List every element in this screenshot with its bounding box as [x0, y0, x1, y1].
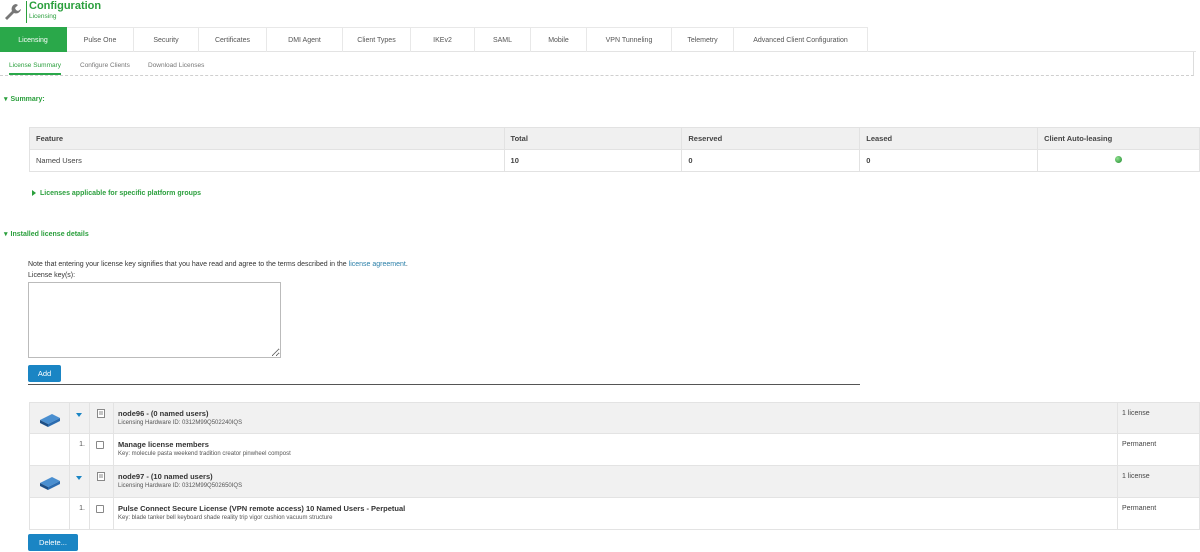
license-note: Note that entering your license key sign… — [28, 261, 408, 268]
subtab-download-licenses[interactable]: Download Licenses — [148, 62, 204, 69]
tab-client-types[interactable]: Client Types — [343, 27, 411, 52]
license-key: Key: blade tanker bell keyboard shade re… — [118, 515, 333, 521]
platform-groups-label: Licenses applicable for specific platfor… — [40, 190, 202, 197]
collapse-caret-icon[interactable] — [76, 413, 82, 417]
feature-cell: Named Users — [29, 149, 505, 172]
divider — [28, 384, 860, 385]
main-tabs: Licensing Pulse One Security Certificate… — [0, 27, 1196, 52]
node-row: node97 - (10 named users) Licensing Hard… — [29, 466, 1200, 498]
page-subtitle: Licensing — [29, 13, 57, 20]
license-row: 1. Pulse Connect Secure License (VPN rem… — [29, 498, 1200, 530]
license-index: 1. — [79, 505, 85, 512]
add-button[interactable]: Add — [28, 365, 61, 382]
license-key: Key: molecule pasta weekend tradition cr… — [118, 451, 291, 457]
tab-advanced-client-configuration[interactable]: Advanced Client Configuration — [734, 27, 868, 52]
license-checkbox[interactable] — [96, 505, 104, 513]
col-total: Total — [503, 127, 683, 150]
reserved-cell: 0 — [681, 149, 861, 172]
server-icon — [40, 414, 60, 427]
tab-pulse-one[interactable]: Pulse One — [67, 27, 134, 52]
tab-ikev2[interactable]: IKEv2 — [411, 27, 475, 52]
col-leased: Leased — [859, 127, 1039, 150]
summary-header-row: Feature Total Reserved Leased Client Aut… — [29, 127, 1200, 150]
triangle-right-icon — [32, 190, 36, 197]
note-text: Note that entering your license key sign… — [28, 261, 347, 268]
license-name: Pulse Connect Secure License (VPN remote… — [118, 504, 406, 513]
installed-toggle[interactable]: ▾ Installed license details — [4, 230, 89, 238]
delete-button[interactable]: Delete... — [28, 534, 78, 551]
license-key-label: License key(s): — [28, 272, 76, 279]
installed-toggle-label: Installed license details — [10, 231, 89, 238]
node-hardware-id: Licensing Hardware ID: 0312M99Q502650IQS — [118, 483, 243, 489]
tab-vpn-tunneling[interactable]: VPN Tunneling — [587, 27, 672, 52]
chevron-down-icon: ▾ — [4, 231, 8, 238]
tab-saml[interactable]: SAML — [475, 27, 531, 52]
document-icon — [97, 409, 105, 418]
tab-telemetry[interactable]: Telemetry — [672, 27, 734, 52]
page-header: Configuration Licensing — [0, 0, 1200, 27]
platform-groups-expander[interactable]: Licenses applicable for specific platfor… — [32, 190, 201, 197]
summary-toggle-label: Summary: — [10, 96, 45, 103]
license-name: Manage license members — [118, 440, 209, 449]
license-count: 1 license — [1122, 410, 1150, 417]
tab-certificates[interactable]: Certificates — [199, 27, 267, 52]
status-dot-icon — [1115, 156, 1123, 163]
summary-table: Feature Total Reserved Leased Client Aut… — [29, 127, 1200, 172]
tab-licensing[interactable]: Licensing — [0, 27, 67, 52]
auto-leasing-cell — [1037, 149, 1200, 172]
tab-mobile[interactable]: Mobile — [531, 27, 587, 52]
leased-cell: 0 — [859, 149, 1039, 172]
server-icon — [40, 477, 60, 490]
node-row: node96 - (0 named users) Licensing Hardw… — [29, 402, 1200, 434]
subtab-license-summary[interactable]: License Summary — [9, 62, 62, 75]
tab-security[interactable]: Security — [134, 27, 199, 52]
tab-dmi-agent[interactable]: DMI Agent — [267, 27, 343, 52]
col-client-auto-leasing: Client Auto-leasing — [1037, 127, 1200, 150]
node-name: node96 - (0 named users) — [118, 409, 209, 418]
page-title: Configuration — [29, 0, 102, 12]
col-reserved: Reserved — [681, 127, 861, 150]
license-count: 1 license — [1122, 473, 1150, 480]
license-index: 1. — [79, 441, 85, 448]
node-hardware-id: Licensing Hardware ID: 0312M99Q502240IQS — [118, 420, 243, 426]
total-cell: 10 — [503, 149, 683, 172]
subtab-configure-clients[interactable]: Configure Clients — [80, 62, 130, 69]
node-name: node97 - (10 named users) — [118, 472, 213, 481]
chevron-down-icon: ▾ — [4, 96, 8, 103]
col-feature: Feature — [29, 127, 505, 150]
license-status: Permanent — [1122, 505, 1157, 512]
license-key-input[interactable] — [28, 282, 281, 358]
header-divider — [26, 1, 27, 23]
note-suffix: . — [405, 261, 408, 268]
wrench-icon — [5, 4, 21, 20]
license-checkbox[interactable] — [96, 441, 104, 449]
document-icon — [97, 472, 105, 481]
collapse-caret-icon[interactable] — [76, 476, 82, 480]
summary-toggle[interactable]: ▾ Summary: — [4, 95, 45, 103]
license-row: 1. Manage license members Key: molecule … — [29, 434, 1200, 466]
license-status: Permanent — [1122, 441, 1157, 448]
license-agreement-link[interactable]: license agreement — [349, 261, 406, 268]
table-row: Named Users 10 0 0 — [29, 149, 1200, 172]
sub-tabs: License Summary Configure Clients Downlo… — [0, 52, 1194, 76]
